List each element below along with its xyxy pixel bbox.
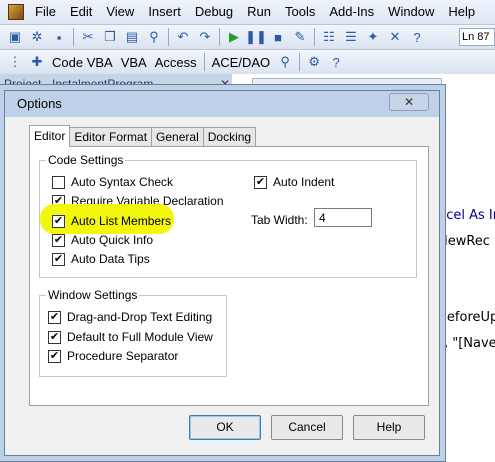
menu-insert[interactable]: Insert xyxy=(141,0,188,24)
option-label: Auto Syntax Check xyxy=(71,175,174,189)
menu-add-ins[interactable]: Add-Ins xyxy=(322,0,381,24)
ace-dao-button[interactable]: ACE/DAO xyxy=(208,55,275,70)
tab-editor[interactable]: Editor xyxy=(29,125,71,147)
checkbox[interactable] xyxy=(52,175,65,189)
project-pane-title-text: Project - InstalmentProgram xyxy=(4,77,154,91)
tab-width-label: Tab Width: xyxy=(251,213,308,227)
insert-module-icon[interactable]: ✲ xyxy=(26,27,48,47)
auto-list-members-option[interactable]: ✔ Auto List Members xyxy=(40,204,174,234)
option-label: Procedure Separator xyxy=(67,349,179,363)
paste-icon[interactable]: ▤ xyxy=(121,27,143,47)
code-vba-icon: ✚ xyxy=(31,54,43,69)
menu-window[interactable]: Window xyxy=(381,0,441,24)
menu-help[interactable]: Help xyxy=(441,0,482,24)
help-icon[interactable]: ? xyxy=(406,27,428,47)
toolbar-separator xyxy=(314,28,315,46)
search-icon[interactable]: ⚲ xyxy=(274,52,296,72)
code-line: BeforeUp xyxy=(438,310,495,325)
grip-icon: ⋮ xyxy=(8,54,22,69)
checkbox[interactable]: ✔ xyxy=(52,214,65,228)
toolbar-separator xyxy=(219,28,220,46)
gear-icon[interactable]: ⚙ xyxy=(303,52,325,72)
menu-file[interactable]: File xyxy=(28,0,63,24)
object-browser-icon[interactable]: ✦ xyxy=(362,27,384,47)
dialog-title: Options xyxy=(17,96,62,111)
code-vba-button[interactable]: Code VBA xyxy=(48,55,117,70)
cancel-button[interactable]: Cancel xyxy=(271,415,343,440)
code-line: ", "[NaveN xyxy=(438,336,495,351)
help-button[interactable]: Help xyxy=(353,415,425,440)
code-settings-group: Code Settings Auto Syntax Check ✔ Requir… xyxy=(39,153,417,278)
toolbar-separator xyxy=(203,53,205,71)
menu-tools[interactable]: Tools xyxy=(278,0,322,24)
checkbox[interactable]: ✔ xyxy=(48,349,61,363)
code-line: NewRec xyxy=(438,234,490,249)
standard-toolbar: ▣ ✲ ▪ ✂ ❐ ▤ ⚲ ↶ ↷ ▶ ❚❚ ■ ✎ ☷ ☰ ✦ ✕ ? Ln … xyxy=(0,24,495,49)
option-label: Auto Indent xyxy=(273,175,335,189)
save-icon[interactable]: ▪ xyxy=(48,27,70,47)
checkbox[interactable]: ✔ xyxy=(52,233,65,247)
find-icon[interactable]: ⚲ xyxy=(143,27,165,47)
toolbar-separator xyxy=(299,53,301,71)
redo-icon[interactable]: ↷ xyxy=(194,27,216,47)
copy-icon[interactable]: ❐ xyxy=(99,27,121,47)
option-label: Auto List Members xyxy=(71,214,172,228)
toolbar-separator xyxy=(73,28,74,46)
access-button[interactable]: Access xyxy=(151,55,201,70)
tab-editor-format[interactable]: Editor Format xyxy=(69,127,153,147)
auto-syntax-check-option[interactable]: Auto Syntax Check xyxy=(52,175,173,189)
checkbox[interactable]: ✔ xyxy=(48,310,61,324)
group-label: Code Settings xyxy=(46,153,126,167)
break-icon[interactable]: ❚❚ xyxy=(245,27,267,47)
window-settings-group: Window Settings ✔ Drag-and-Drop Text Edi… xyxy=(39,288,227,377)
tab-strip: Editor Editor Format General Docking xyxy=(29,125,257,147)
undo-icon[interactable]: ↶ xyxy=(172,27,194,47)
help-circle-icon[interactable]: ? xyxy=(325,52,347,72)
auto-indent-option[interactable]: ✔ Auto Indent xyxy=(254,175,334,189)
option-label: Auto Quick Info xyxy=(71,233,154,247)
toolbox-icon[interactable]: ✕ xyxy=(384,27,406,47)
option-label: Auto Data Tips xyxy=(71,252,150,266)
dialog-titlebar[interactable]: Options ✕ xyxy=(5,91,439,117)
close-icon: ✕ xyxy=(403,95,415,109)
option-label: Drag-and-Drop Text Editing xyxy=(67,310,213,324)
cut-icon[interactable]: ✂ xyxy=(77,27,99,47)
run-icon[interactable]: ▶ xyxy=(223,27,245,47)
close-button[interactable]: ✕ xyxy=(389,93,429,111)
menu-view[interactable]: View xyxy=(99,0,141,24)
group-label: Window Settings xyxy=(46,288,140,302)
addin-toolbar: ⋮ ✚ Code VBA VBA Access ACE/DAO ⚲ ⚙ ? xyxy=(0,49,495,74)
menu-debug[interactable]: Debug xyxy=(188,0,240,24)
access-view-icon[interactable]: ▣ xyxy=(4,27,26,47)
options-dialog: Options ✕ Editor Editor Format General D… xyxy=(4,90,440,456)
menu-bar: File Edit View Insert Debug Run Tools Ad… xyxy=(0,0,495,24)
checkbox[interactable]: ✔ xyxy=(52,252,65,266)
properties-icon[interactable]: ☰ xyxy=(340,27,362,47)
tab-docking[interactable]: Docking xyxy=(202,127,257,147)
design-mode-icon[interactable]: ✎ xyxy=(289,27,311,47)
tab-width-input[interactable] xyxy=(314,208,372,227)
line-number-indicator: Ln 87 xyxy=(459,28,495,46)
checkbox[interactable]: ✔ xyxy=(48,330,61,344)
tab-general[interactable]: General xyxy=(151,127,204,147)
editor-tab-panel: Code Settings Auto Syntax Check ✔ Requir… xyxy=(29,146,429,406)
auto-data-tips-option[interactable]: ✔ Auto Data Tips xyxy=(52,252,150,266)
vba-button[interactable]: VBA xyxy=(117,55,151,70)
menu-run[interactable]: Run xyxy=(240,0,278,24)
vba-app-icon[interactable] xyxy=(8,4,24,20)
project-explorer-icon[interactable]: ☷ xyxy=(318,27,340,47)
toolbar-separator xyxy=(168,28,169,46)
procedure-separator-option[interactable]: ✔ Procedure Separator xyxy=(48,349,178,363)
auto-quick-info-option[interactable]: ✔ Auto Quick Info xyxy=(52,233,153,247)
ok-button[interactable]: OK xyxy=(189,415,261,440)
full-module-view-option[interactable]: ✔ Default to Full Module View xyxy=(48,330,213,344)
option-label: Default to Full Module View xyxy=(67,330,213,344)
drag-and-drop-option[interactable]: ✔ Drag-and-Drop Text Editing xyxy=(48,310,212,324)
menu-edit[interactable]: Edit xyxy=(63,0,99,24)
reset-icon[interactable]: ■ xyxy=(267,27,289,47)
checkbox[interactable]: ✔ xyxy=(254,175,267,189)
code-line: ncel As In xyxy=(438,208,495,223)
